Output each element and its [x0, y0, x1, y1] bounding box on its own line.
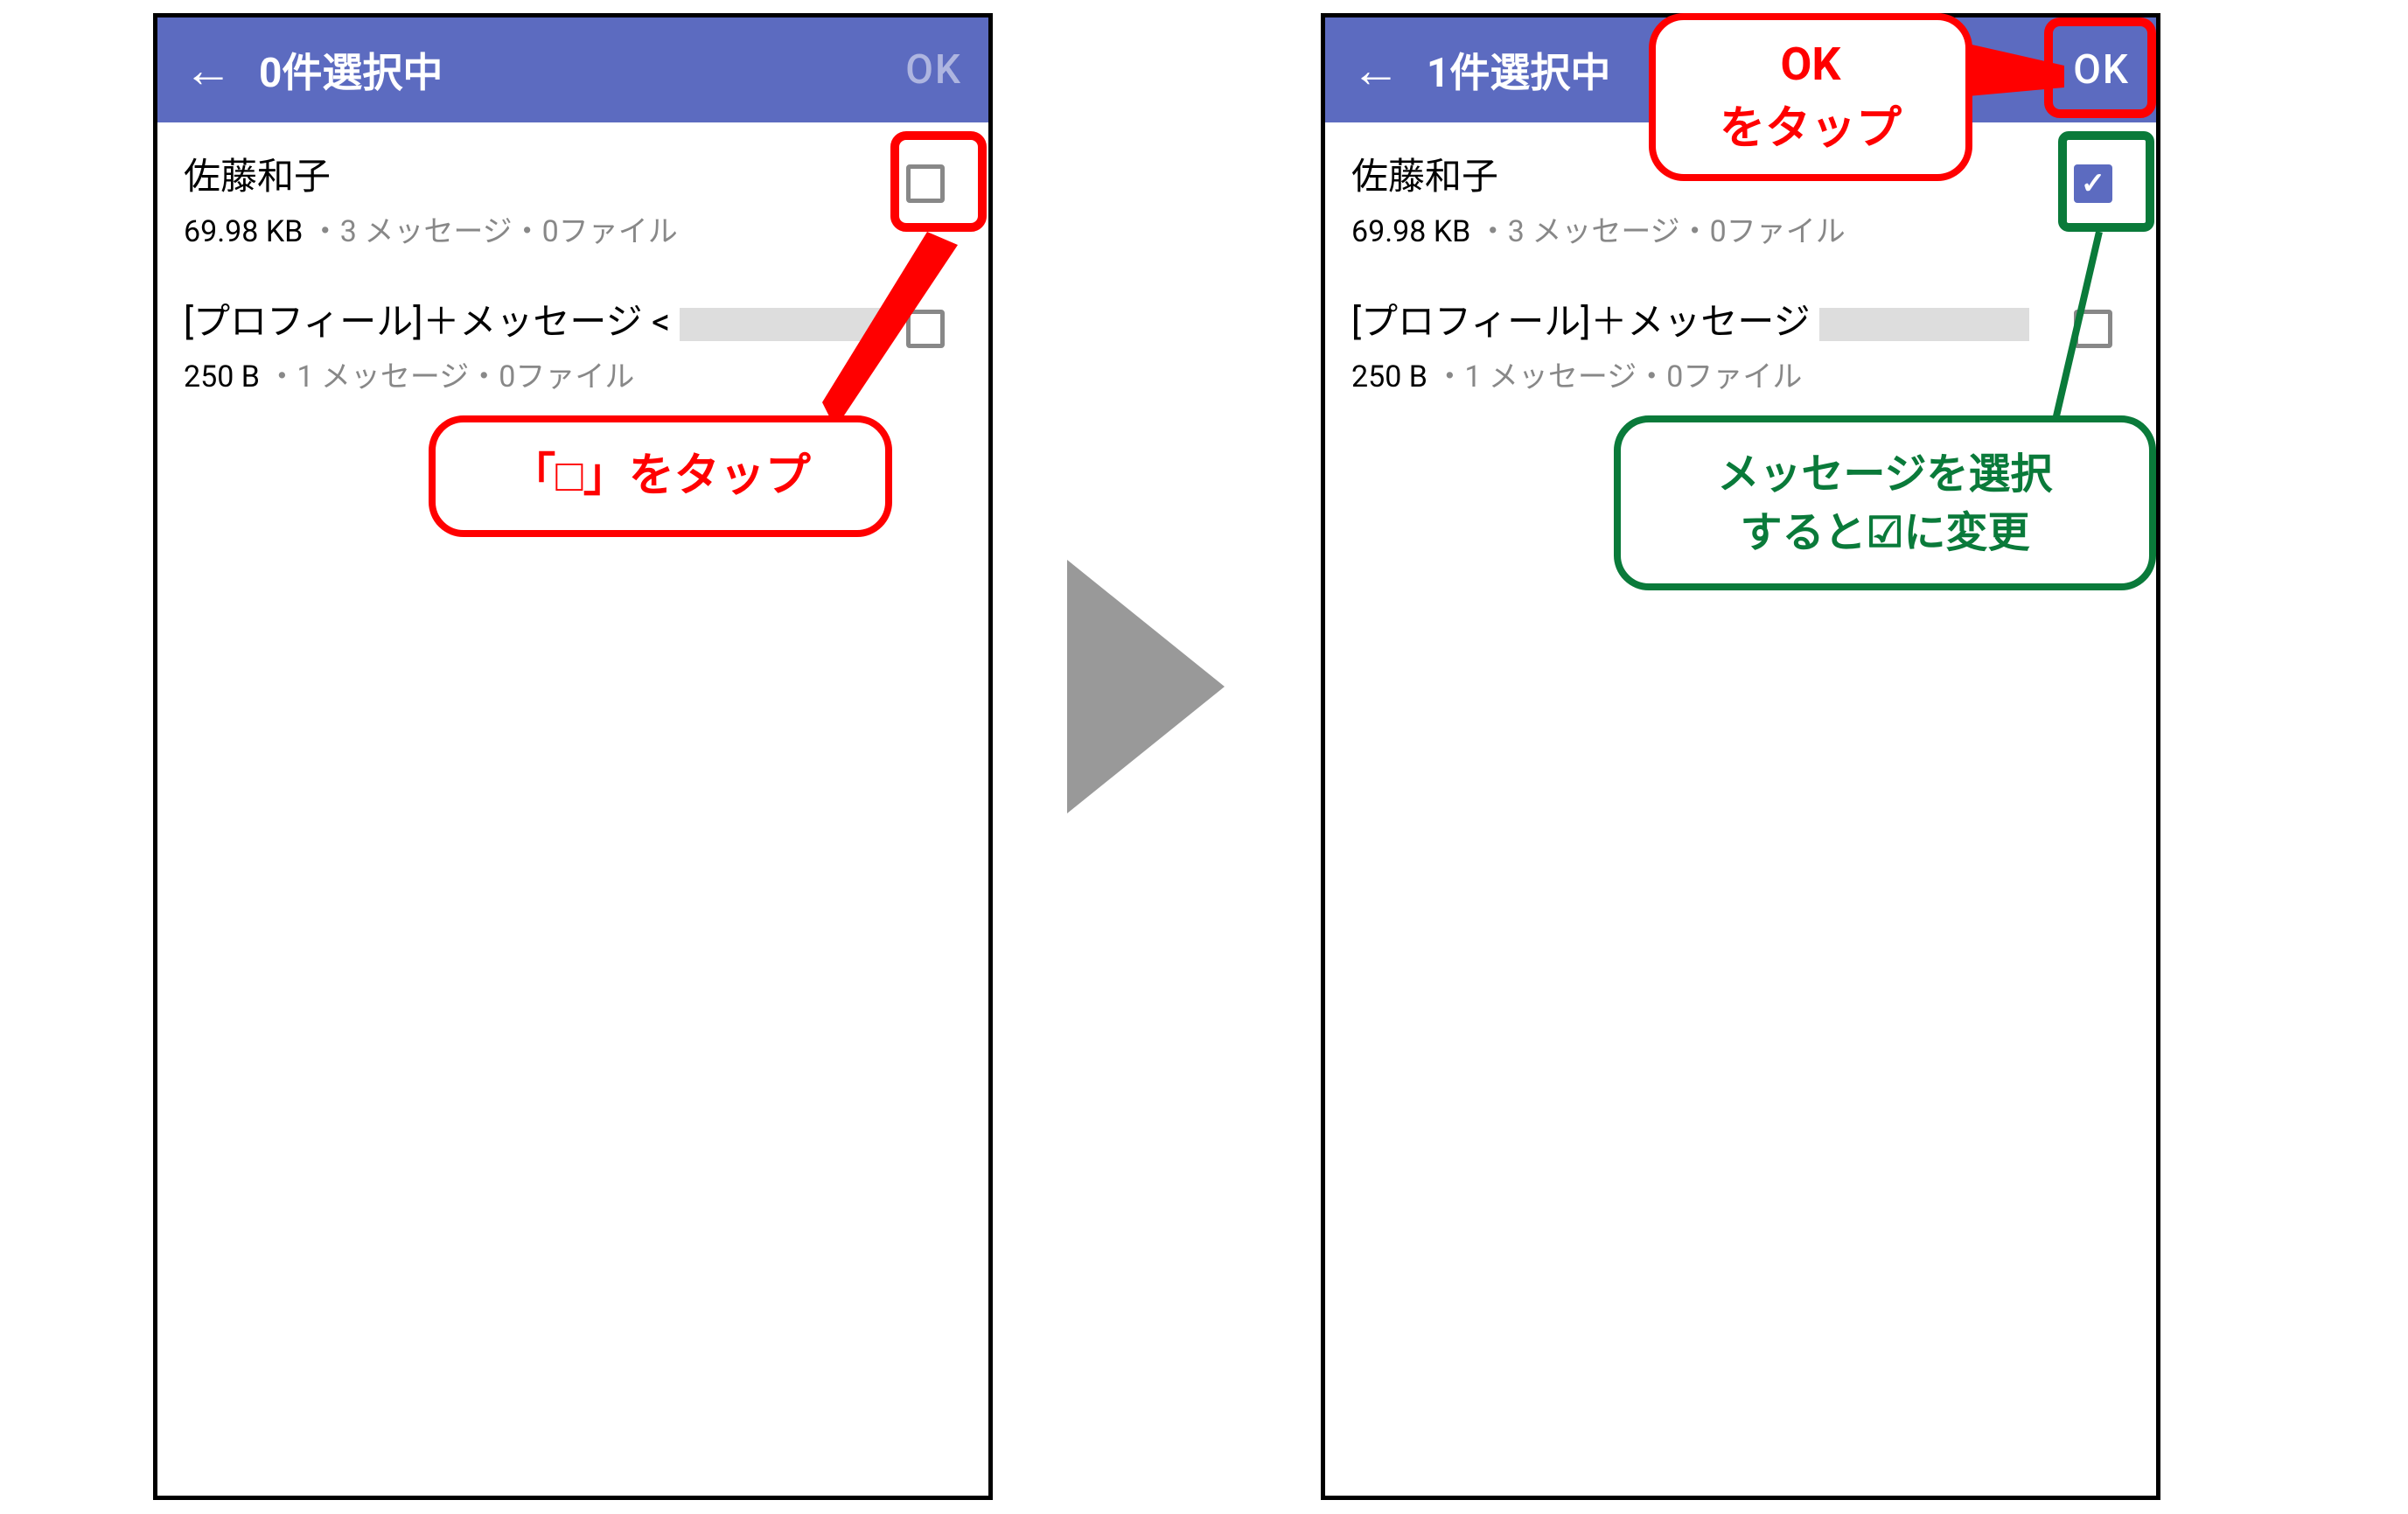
item-meta: 250 B ・1 メッセージ・0ファイル	[184, 352, 906, 395]
callout-tap-ok: OK をタップ	[1649, 13, 1972, 181]
callout-pointer-icon	[1968, 44, 2073, 105]
callout-pointer-icon	[822, 232, 997, 433]
item-meta: 250 B ・1 メッセージ・0ファイル	[1351, 352, 2074, 395]
callout-tap-checkbox: 「□」をタップ	[429, 415, 892, 537]
item-size: 250 B	[1351, 359, 1427, 394]
header-title: 0件選択中	[259, 41, 905, 99]
checkbox-empty-icon[interactable]	[906, 164, 945, 203]
item-detail: ・3 メッセージ・0ファイル	[1470, 214, 1845, 249]
callout-pointer-icon	[2042, 232, 2165, 429]
phone-screenshot-right: ← 1件選択中 OK 佐藤和子 69.98 KB ・3 メッセージ・0ファイル …	[1321, 13, 2160, 1500]
item-detail: ・3 メッセージ・0ファイル	[303, 214, 677, 249]
contact-name: [プロフィール]＋メッセージ	[1351, 292, 2074, 345]
ok-button[interactable]: OK	[905, 46, 962, 94]
contact-name: 佐藤和子	[184, 147, 906, 200]
item-size: 250 B	[184, 359, 260, 394]
phone-screenshot-left: ← 0件選択中 OK 佐藤和子 69.98 KB ・3 メッセージ・0ファイル …	[153, 13, 993, 1500]
item-detail: ・1 メッセージ・0ファイル	[1427, 359, 1802, 394]
back-arrow-icon[interactable]: ←	[184, 41, 233, 99]
list-item[interactable]: [プロフィール]＋メッセージ 250 B ・1 メッセージ・0ファイル	[1325, 268, 2156, 413]
item-text: 佐藤和子 69.98 KB ・3 メッセージ・0ファイル	[184, 147, 906, 250]
redacted-block	[1819, 308, 2029, 341]
item-size: 69.98 KB	[184, 214, 303, 249]
ok-button[interactable]: OK	[2073, 46, 2130, 94]
item-text: [プロフィール]＋メッセージ 250 B ・1 メッセージ・0ファイル	[1351, 292, 2074, 395]
checkbox-checked-icon[interactable]: ✓	[2074, 164, 2112, 203]
callout-checkbox-changed: メッセージを選択 すると☑に変更	[1614, 415, 2156, 590]
item-size: 69.98 KB	[1351, 214, 1470, 249]
contact-name: [プロフィール]＋メッセージ <	[184, 292, 906, 345]
item-text: [プロフィール]＋メッセージ < 250 B ・1 メッセージ・0ファイル	[184, 292, 906, 395]
back-arrow-icon[interactable]: ←	[1351, 41, 1400, 99]
item-meta: 69.98 KB ・3 メッセージ・0ファイル	[184, 207, 906, 250]
item-meta: 69.98 KB ・3 メッセージ・0ファイル	[1351, 207, 2074, 250]
item-detail: ・1 メッセージ・0ファイル	[260, 359, 634, 394]
app-header: ← 0件選択中 OK	[157, 17, 988, 122]
transition-arrow-icon	[1067, 560, 1225, 813]
